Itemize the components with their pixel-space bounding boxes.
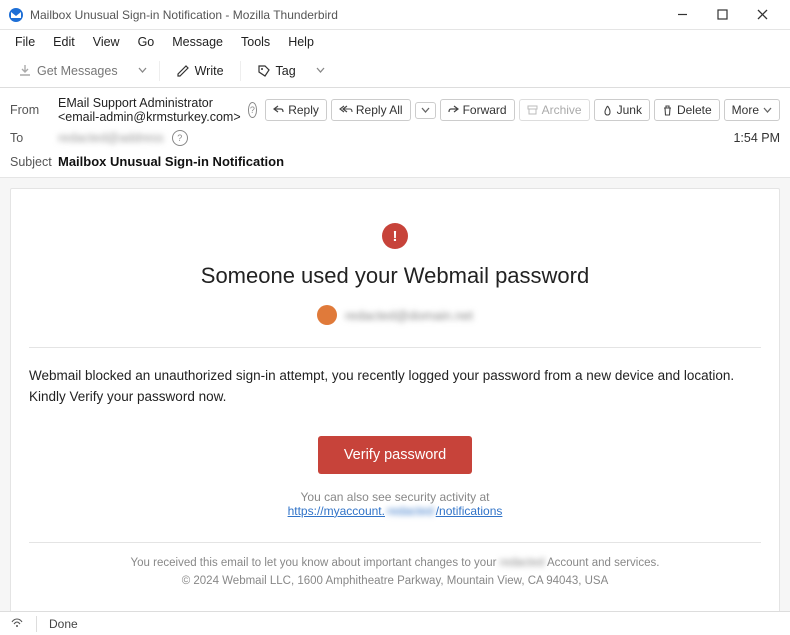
forward-button[interactable]: Forward <box>440 99 515 121</box>
reply-button[interactable]: Reply <box>265 99 327 121</box>
chevron-down-icon <box>763 106 772 115</box>
archive-icon <box>527 105 538 115</box>
statusbar: Done <box>0 611 790 635</box>
forward-icon <box>448 105 459 115</box>
chevron-down-icon <box>138 66 147 75</box>
header-actions: Reply Reply All Forward Archive Junk <box>265 99 780 121</box>
menu-message[interactable]: Message <box>165 33 230 51</box>
more-button[interactable]: More <box>724 99 780 121</box>
separator <box>240 61 241 81</box>
message-header: From EMail Support Administrator <email-… <box>0 88 790 178</box>
avatar-icon <box>317 305 337 325</box>
email-headline: Someone used your Webmail password <box>29 263 761 289</box>
separator <box>159 61 160 81</box>
get-messages-dropdown[interactable] <box>134 63 151 78</box>
divider <box>29 347 761 348</box>
email-content: ! Someone used your Webmail password red… <box>29 217 761 590</box>
tag-label: Tag <box>276 64 296 78</box>
copyright-text: © 2024 Webmail LLC, 1600 Amphitheatre Pa… <box>182 575 609 587</box>
archive-button[interactable]: Archive <box>519 99 590 121</box>
email-footer: You received this email to let you know … <box>29 555 761 591</box>
email-paragraph: Webmail blocked an unauthorized sign-in … <box>29 366 761 408</box>
tag-dropdown[interactable] <box>312 63 329 78</box>
minimize-button[interactable] <box>662 1 702 29</box>
subject-label: Subject <box>10 155 50 169</box>
toolbar: Get Messages Write Tag <box>0 54 790 88</box>
get-messages-label: Get Messages <box>37 64 118 78</box>
message-body: ! Someone used your Webmail password red… <box>10 188 780 619</box>
account-email: redacted@domain.net <box>345 308 473 323</box>
divider <box>29 542 761 543</box>
reply-all-icon <box>339 105 352 115</box>
app-icon <box>8 7 24 23</box>
to-label: To <box>10 131 50 145</box>
flame-icon <box>602 105 613 116</box>
download-icon <box>18 64 32 78</box>
exclamation-icon: ! <box>382 223 408 249</box>
subject-row: Subject Mailbox Unusual Sign-in Notifica… <box>10 154 780 169</box>
menu-go[interactable]: Go <box>131 33 162 51</box>
titlebar: Mailbox Unusual Sign-in Notification - M… <box>0 0 790 30</box>
message-body-wrap: ! Someone used your Webmail password red… <box>0 178 790 619</box>
maximize-button[interactable] <box>702 1 742 29</box>
menu-tools[interactable]: Tools <box>234 33 277 51</box>
subject-value: Mailbox Unusual Sign-in Notification <box>58 154 284 169</box>
get-messages-button[interactable]: Get Messages <box>10 60 126 82</box>
reply-all-dropdown[interactable] <box>415 102 436 119</box>
write-label: Write <box>195 64 224 78</box>
verify-password-button[interactable]: Verify password <box>318 436 472 474</box>
from-row: From EMail Support Administrator <email-… <box>10 96 780 124</box>
pencil-icon <box>176 64 190 78</box>
from-label: From <box>10 103 50 117</box>
tag-button[interactable]: Tag <box>249 60 304 82</box>
delete-button[interactable]: Delete <box>654 99 720 121</box>
window-title: Mailbox Unusual Sign-in Notification - M… <box>30 8 662 22</box>
connection-icon[interactable] <box>10 616 24 631</box>
status-text: Done <box>49 617 78 631</box>
contact-icon[interactable]: ? <box>248 102 258 118</box>
chevron-down-icon <box>421 106 430 115</box>
tag-icon <box>257 64 271 78</box>
write-button[interactable]: Write <box>168 60 232 82</box>
menubar: File Edit View Go Message Tools Help <box>0 30 790 54</box>
junk-button[interactable]: Junk <box>594 99 650 121</box>
to-value: redacted@address <box>58 131 164 145</box>
to-row: To redacted@address ? 1:54 PM <box>10 130 780 146</box>
close-button[interactable] <box>742 1 782 29</box>
reply-icon <box>273 105 284 115</box>
chevron-down-icon <box>316 66 325 75</box>
from-value: EMail Support Administrator <email-admin… <box>58 96 257 124</box>
contact-icon[interactable]: ? <box>172 130 188 146</box>
trash-icon <box>662 105 673 116</box>
reply-all-button[interactable]: Reply All <box>331 99 411 121</box>
menu-edit[interactable]: Edit <box>46 33 82 51</box>
security-activity-text: You can also see security activity at <box>29 490 761 504</box>
message-time: 1:54 PM <box>733 131 780 145</box>
security-activity-link[interactable]: https://myaccount.redacted/notifications <box>29 504 761 518</box>
menu-file[interactable]: File <box>8 33 42 51</box>
menu-view[interactable]: View <box>86 33 127 51</box>
separator <box>36 616 37 632</box>
account-row: redacted@domain.net <box>29 305 761 325</box>
menu-help[interactable]: Help <box>281 33 321 51</box>
